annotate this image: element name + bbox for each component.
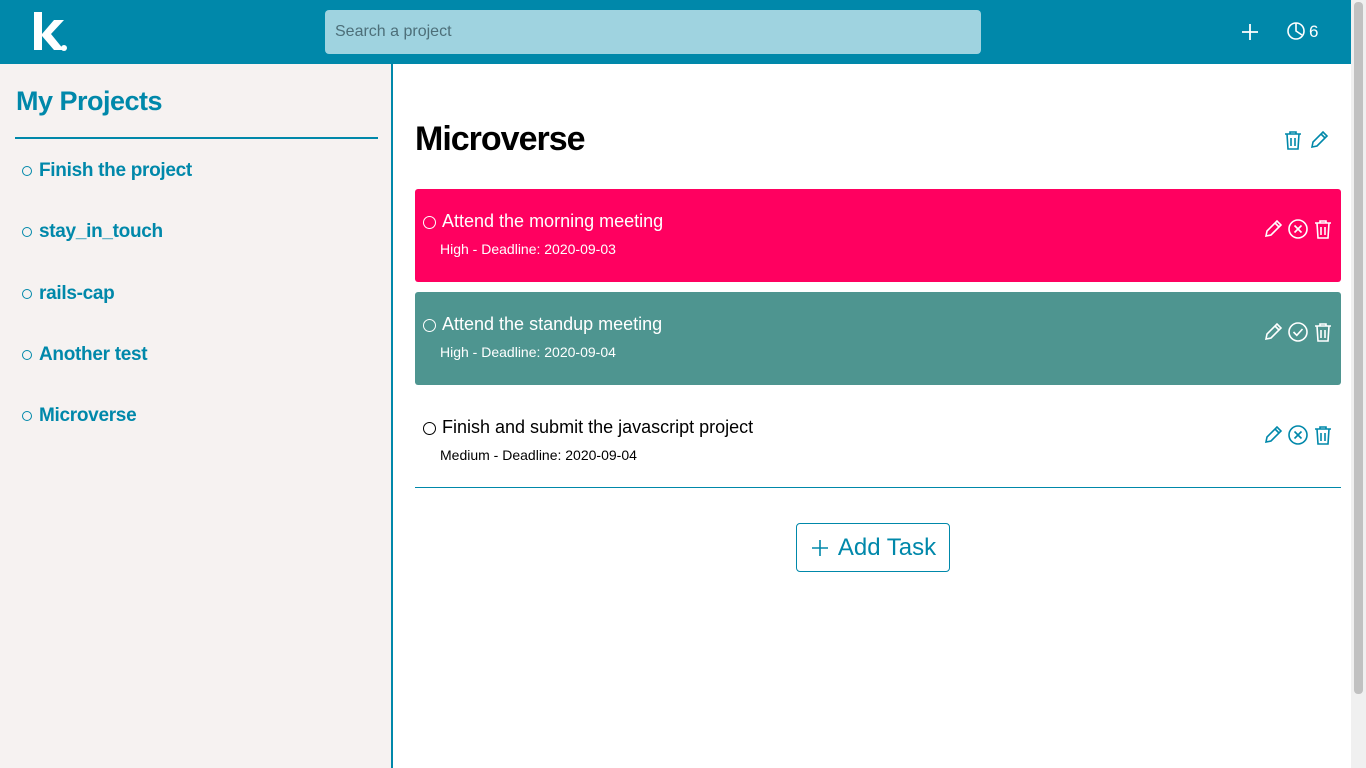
edit-task-icon[interactable]	[1262, 424, 1284, 446]
scrollbar[interactable]	[1351, 0, 1366, 768]
top-bar: 6	[0, 0, 1351, 64]
add-task-button[interactable]: Add Task	[796, 523, 950, 572]
task-circle-icon[interactable]	[423, 216, 436, 229]
task-title: Attend the morning meeting	[442, 211, 664, 231]
task-circle-icon[interactable]	[423, 319, 436, 332]
circle-icon	[22, 350, 32, 360]
delete-task-icon[interactable]	[1312, 424, 1334, 446]
sidebar-item-another-test[interactable]: Another test	[22, 342, 148, 368]
edit-task-icon[interactable]	[1262, 321, 1284, 343]
sidebar-item-label: Finish the project	[39, 160, 192, 181]
sidebar-item-microverse[interactable]: Microverse	[22, 403, 137, 429]
task-meta: High - Deadline: 2020-09-04	[440, 344, 616, 360]
edit-project-icon[interactable]	[1308, 129, 1330, 151]
sidebar-item-label: Another test	[39, 344, 148, 365]
sidebar-item-rails-cap[interactable]: rails-cap	[22, 281, 115, 307]
search-input[interactable]	[325, 10, 981, 54]
sidebar-item-label: stay_in_touch	[39, 221, 163, 242]
task-count: 6	[1309, 22, 1319, 41]
delete-project-icon[interactable]	[1282, 129, 1304, 151]
circle-icon	[22, 227, 32, 237]
sidebar-item-label: Microverse	[39, 405, 137, 426]
scrollbar-thumb[interactable]	[1354, 2, 1363, 694]
sidebar: My Projects Finish the project stay_in_t…	[0, 64, 393, 768]
task-item[interactable]: Attend the standup meeting High - Deadli…	[415, 292, 1341, 385]
plus-icon	[811, 539, 828, 556]
task-title: Attend the standup meeting	[442, 314, 663, 334]
add-task-label: Add Task	[837, 533, 937, 561]
task-meta: High - Deadline: 2020-09-03	[440, 241, 616, 257]
delete-task-icon[interactable]	[1312, 321, 1334, 343]
add-project-icon[interactable]	[1238, 20, 1262, 44]
divider	[15, 137, 378, 139]
sidebar-item-stay-in-touch[interactable]: stay_in_touch	[22, 219, 163, 245]
check-circle-icon[interactable]	[1287, 321, 1309, 343]
circle-icon	[22, 289, 32, 299]
sidebar-title: My Projects	[16, 86, 163, 116]
task-item[interactable]: Attend the morning meeting High - Deadli…	[415, 189, 1341, 282]
task-meta: Medium - Deadline: 2020-09-04	[440, 447, 637, 463]
logo[interactable]	[30, 12, 72, 54]
project-title: Microverse	[415, 120, 586, 158]
circle-icon	[22, 166, 32, 176]
task-circle-icon[interactable]	[423, 422, 436, 435]
task-title: Finish and submit the javascript project	[442, 417, 754, 437]
delete-task-icon[interactable]	[1312, 218, 1334, 240]
clock-icon[interactable]	[1286, 21, 1306, 41]
close-circle-icon[interactable]	[1287, 424, 1309, 446]
circle-icon	[22, 411, 32, 421]
close-circle-icon[interactable]	[1287, 218, 1309, 240]
sidebar-item-finish-the-project[interactable]: Finish the project	[22, 158, 192, 184]
edit-task-icon[interactable]	[1262, 218, 1284, 240]
task-item[interactable]: Finish and submit the javascript project…	[415, 395, 1341, 488]
sidebar-item-label: rails-cap	[39, 283, 115, 304]
